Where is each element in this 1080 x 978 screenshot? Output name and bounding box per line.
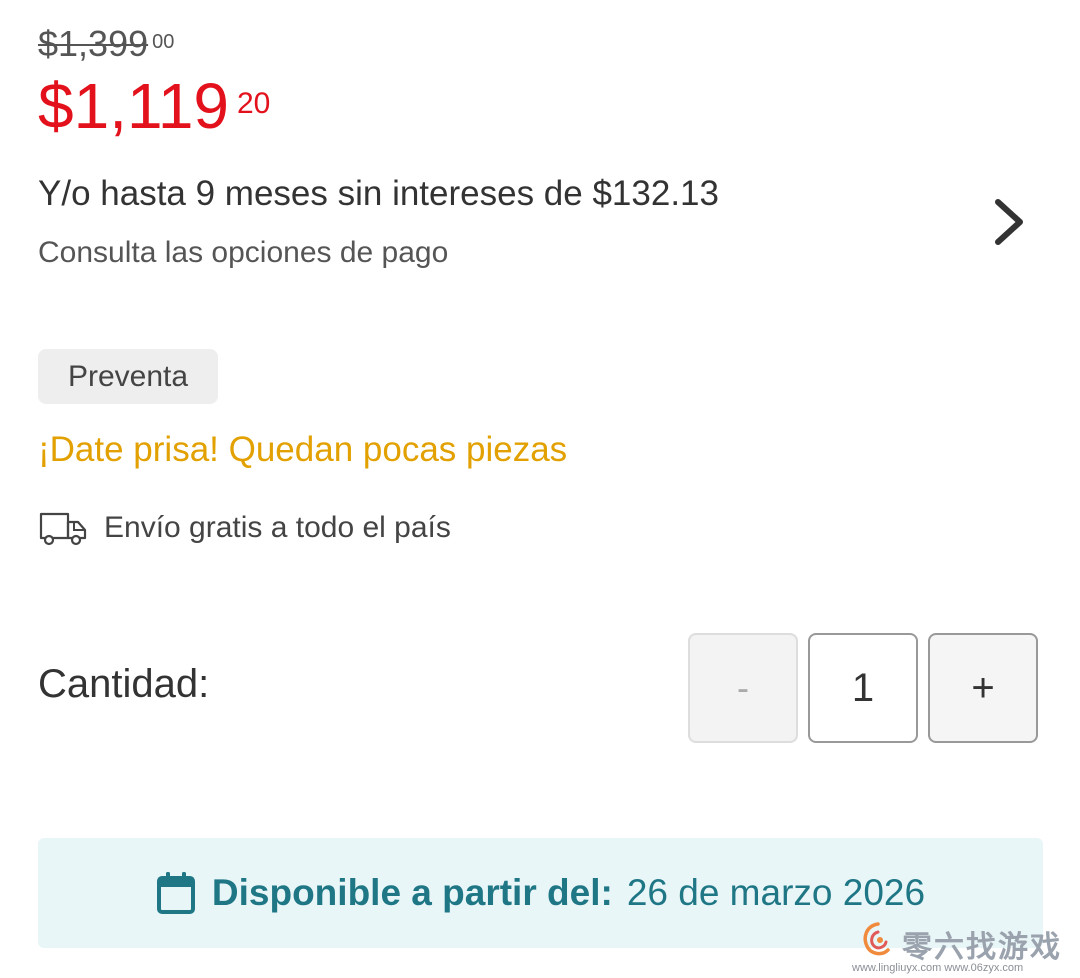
watermark-title: 零六找游戏	[902, 931, 1062, 964]
current-price-amount: $1,119	[38, 70, 229, 142]
original-price-cents: 00	[152, 31, 175, 53]
quantity-stepper: - 1 +	[688, 633, 1038, 743]
truck-icon	[39, 512, 87, 546]
original-price: $1,399 00	[38, 22, 174, 66]
free-shipping-text: Envío gratis a todo el país	[104, 511, 451, 544]
installments-title: Y/o hasta 9 meses sin intereses de $132.…	[38, 174, 719, 213]
site-watermark: 零六找游戏 www.lingliuyx.com www.06zyx.com	[850, 920, 1075, 976]
original-price-amount: $1,399	[38, 23, 149, 64]
product-detail-panel: $1,399 00 $1,119 20 Y/o hasta 9 meses sin …	[0, 0, 1080, 978]
calendar-icon	[156, 872, 195, 914]
current-price-cents: 20	[237, 87, 271, 120]
quantity-value[interactable]: 1	[808, 633, 918, 743]
watermark-logo-icon	[863, 922, 890, 956]
watermark-url: www.lingliuyx.com www.06zyx.com	[852, 962, 1024, 974]
low-stock-message: ¡Date prisa! Quedan pocas piezas	[38, 430, 568, 469]
availability-label: Disponible a partir del:	[211, 872, 613, 913]
current-price: $1,119 20	[38, 68, 270, 144]
increment-button[interactable]: +	[928, 633, 1038, 743]
chevron-right-icon	[995, 199, 1023, 245]
installments-row[interactable]: Y/o hasta 9 meses sin intereses de $132.…	[38, 170, 1038, 280]
quantity-label: Cantidad:	[38, 662, 210, 706]
decrement-button[interactable]: -	[688, 633, 798, 743]
free-shipping-note: Envío gratis a todo el país	[38, 508, 451, 548]
availability-date: 26 de marzo 2026	[626, 872, 926, 913]
payment-options-link: Consulta las opciones de pago	[38, 236, 449, 269]
presale-badge: Preventa	[38, 349, 218, 404]
